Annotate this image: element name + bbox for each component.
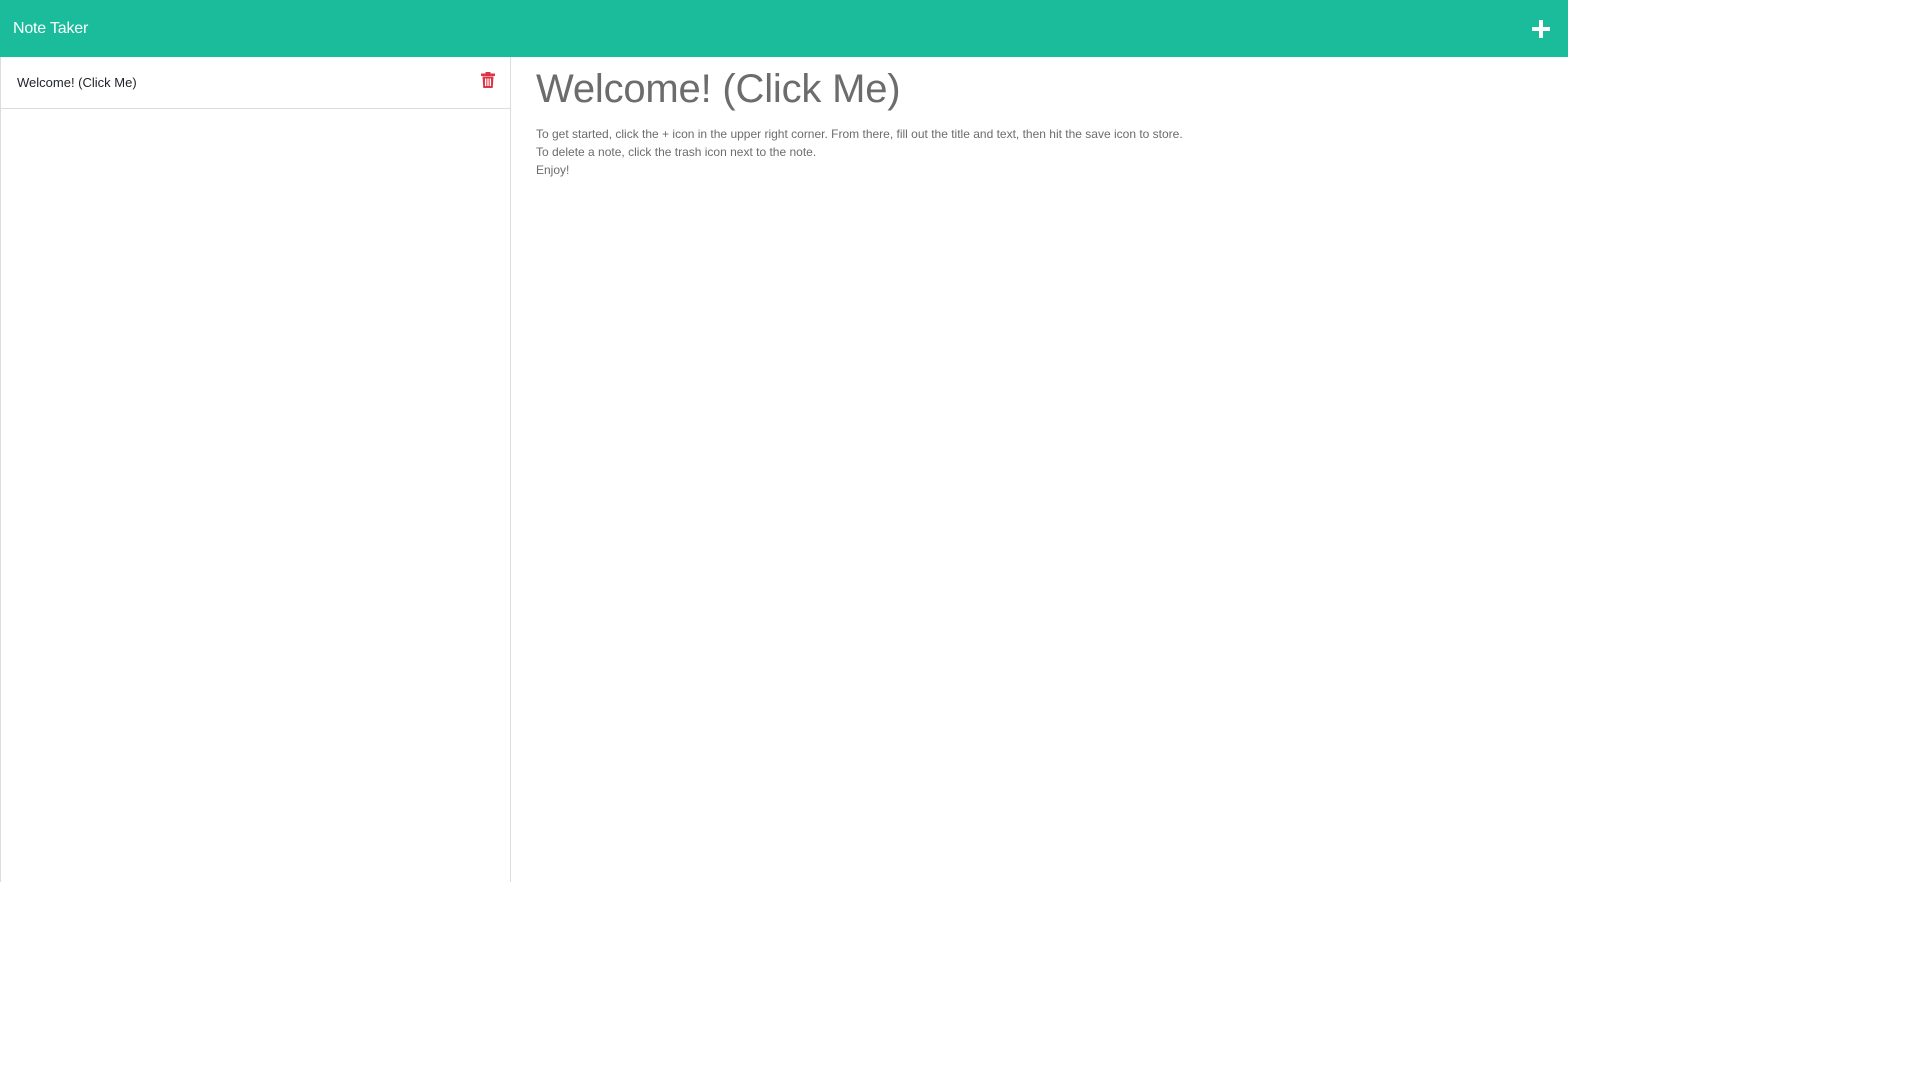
trash-icon (481, 72, 495, 88)
note-list: Welcome! (Click Me) (0, 57, 511, 882)
note-text[interactable]: To get started, click the + icon in the … (536, 125, 1536, 179)
note-list-item[interactable]: Welcome! (Click Me) (1, 57, 510, 109)
brand-title[interactable]: Note Taker (13, 20, 88, 38)
plus-icon (1532, 19, 1550, 38)
new-note-button[interactable] (1530, 18, 1552, 40)
note-editor: Welcome! (Click Me) To get started, clic… (511, 57, 1568, 882)
navbar: Note Taker (0, 0, 1568, 57)
delete-note-button[interactable] (481, 72, 495, 88)
note-list-item-title[interactable]: Welcome! (Click Me) (17, 75, 137, 90)
note-title[interactable]: Welcome! (Click Me) (536, 65, 1568, 113)
